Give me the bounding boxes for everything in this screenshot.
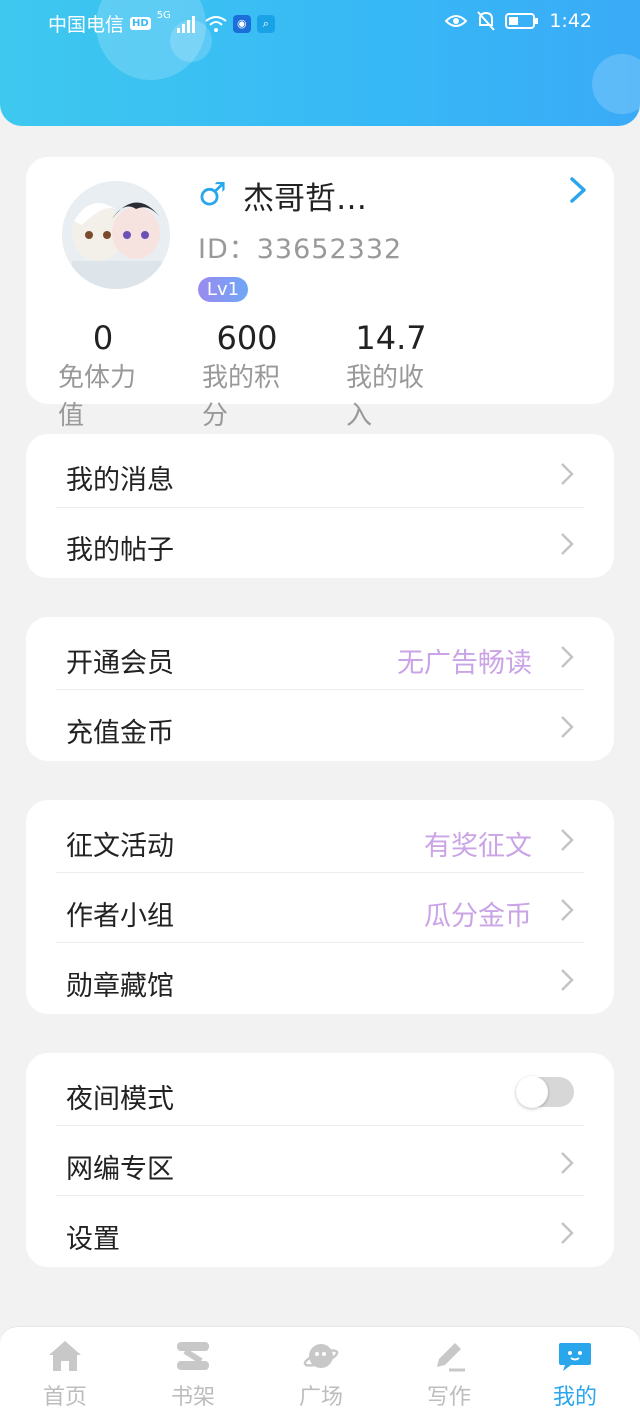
menu-item-author-group[interactable]: 作者小组 瓜分金币	[26, 874, 614, 944]
chevron-right-icon	[561, 969, 574, 991]
profile-card[interactable]: ♂ 杰哥哲… ID：33652332 Lv1 0 免体力值 600 我的积分 1…	[26, 157, 614, 431]
menu-item-label: 开通会员	[66, 648, 174, 679]
clock-text: 1:42	[549, 10, 592, 32]
chevron-right-icon	[561, 716, 574, 738]
bottom-tab-bar: 首页 书架 广场 写作 我的	[0, 1326, 640, 1422]
app-notification-icon: ◉	[232, 14, 251, 33]
chevron-right-icon	[561, 533, 574, 555]
decor-bubble	[592, 54, 640, 114]
stat-points[interactable]: 600 我的积分	[202, 319, 312, 435]
tab-label: 广场	[298, 1385, 343, 1410]
menu-item-vip[interactable]: 开通会员 无广告畅读	[26, 621, 614, 691]
avatar-illustration-icon	[62, 181, 170, 289]
bookshelf-icon	[177, 1342, 209, 1370]
hd-badge: HD	[130, 17, 151, 30]
header-banner: 中国电信 HD 5G ◉ ⌕ 1:42	[0, 0, 640, 126]
stat-income[interactable]: 14.7 我的收入	[346, 319, 456, 435]
stat-value: 0	[92, 319, 114, 357]
menu-item-label: 充值金币	[66, 718, 174, 749]
battery-icon	[505, 13, 539, 29]
menu-group-membership: 开通会员 无广告畅读 充值金币	[26, 617, 614, 761]
divider	[56, 1125, 584, 1126]
level-badge: Lv1	[198, 277, 248, 302]
tab-label: 我的	[552, 1385, 597, 1410]
menu-item-medals[interactable]: 勋章藏馆	[26, 944, 614, 1014]
menu-group-messages: 我的消息 我的帖子	[26, 434, 614, 578]
menu-item-label: 勋章藏馆	[66, 971, 174, 1002]
menu-item-recharge[interactable]: 充值金币	[26, 691, 614, 761]
stat-value: 14.7	[355, 319, 427, 357]
menu-item-label: 夜间模式	[66, 1084, 174, 1115]
pen-icon	[437, 1343, 465, 1372]
menu-item-promo: 瓜分金币	[424, 901, 532, 932]
tab-mine[interactable]: 我的	[525, 1339, 625, 1411]
chat-bubble-icon	[559, 1343, 591, 1371]
user-name: 杰哥哲…	[243, 181, 367, 217]
tab-square[interactable]: 广场	[271, 1339, 371, 1411]
wifi-icon	[205, 15, 227, 32]
stat-label: 我的积分	[202, 363, 281, 431]
stat-label: 免体力值	[58, 363, 137, 431]
chevron-right-icon	[561, 646, 574, 668]
gender-male-icon: ♂	[198, 175, 227, 213]
divider	[56, 942, 584, 943]
toggle-knob	[516, 1076, 548, 1108]
menu-item-promo: 有奖征文	[424, 831, 532, 862]
chevron-right-icon	[561, 1152, 574, 1174]
menu-group-activities: 征文活动 有奖征文 作者小组 瓜分金币 勋章藏馆	[26, 800, 614, 1014]
status-bar: 中国电信 HD 5G ◉ ⌕ 1:42	[0, 0, 640, 44]
chevron-right-icon	[561, 463, 574, 485]
menu-item-night-mode: 夜间模式	[26, 1057, 614, 1127]
menu-item-messages[interactable]: 我的消息	[26, 438, 614, 508]
planet-icon	[303, 1344, 339, 1368]
search-notification-icon: ⌕	[256, 14, 275, 33]
eye-icon	[445, 15, 468, 27]
menu-item-label: 作者小组	[66, 901, 174, 932]
menu-item-label: 网编专区	[66, 1154, 174, 1185]
menu-item-label: 我的帖子	[66, 535, 174, 566]
divider	[56, 689, 584, 690]
stat-label: 我的收入	[346, 363, 425, 431]
chevron-right-icon[interactable]	[564, 175, 590, 205]
menu-item-contest[interactable]: 征文活动 有奖征文	[26, 804, 614, 874]
menu-item-label: 设置	[66, 1224, 120, 1255]
menu-item-label: 征文活动	[66, 831, 174, 862]
network-label: 5G	[156, 10, 171, 21]
divider	[56, 1195, 584, 1196]
signal-icon	[176, 15, 195, 33]
menu-group-settings: 夜间模式 网编专区 设置	[26, 1053, 614, 1267]
stat-value: 600	[216, 319, 278, 357]
tab-home[interactable]: 首页	[15, 1339, 115, 1411]
menu-item-settings[interactable]: 设置	[26, 1197, 614, 1267]
tab-label: 书架	[170, 1385, 215, 1410]
carrier-text: 中国电信	[48, 14, 125, 36]
mute-bell-icon	[477, 11, 496, 31]
chevron-right-icon	[561, 1222, 574, 1244]
home-icon	[49, 1341, 81, 1371]
chevron-right-icon	[561, 829, 574, 851]
chevron-right-icon	[561, 899, 574, 921]
tab-writing[interactable]: 写作	[399, 1339, 499, 1411]
tab-bookshelf[interactable]: 书架	[143, 1339, 243, 1411]
tab-label: 写作	[426, 1385, 471, 1410]
user-id: ID：33652332	[198, 234, 403, 265]
menu-item-label: 我的消息	[66, 465, 174, 496]
menu-item-editor-zone[interactable]: 网编专区	[26, 1127, 614, 1197]
avatar[interactable]	[62, 181, 170, 289]
stat-stamina[interactable]: 0 免体力值	[58, 319, 168, 435]
tab-label: 首页	[42, 1385, 87, 1410]
menu-item-promo: 无广告畅读	[397, 648, 532, 679]
menu-item-posts[interactable]: 我的帖子	[26, 508, 614, 578]
divider	[56, 872, 584, 873]
night-mode-toggle[interactable]	[516, 1076, 574, 1108]
